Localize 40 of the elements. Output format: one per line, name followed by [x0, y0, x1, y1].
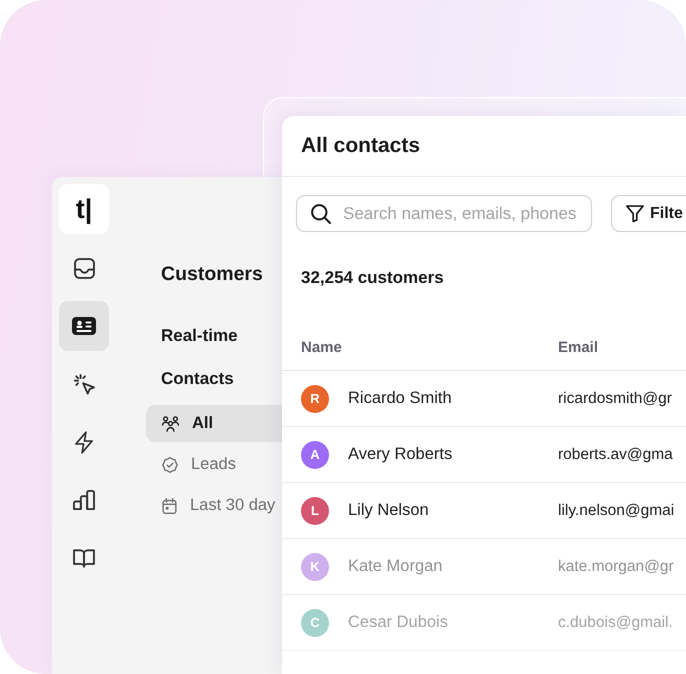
search-field[interactable]: Search names, emails, phones [296, 195, 592, 232]
check-badge-icon [162, 456, 178, 472]
filter-icon [626, 204, 644, 222]
bar-chart-icon [73, 490, 95, 510]
contact-email: c.dubois@gmail. [558, 612, 673, 633]
app-logo: t| [59, 184, 109, 234]
contact-name: Avery Roberts [348, 444, 452, 466]
nav-link[interactable]: Real-time [146, 326, 238, 346]
customer-count: 32,254 customers [301, 268, 444, 288]
column-header: Name [301, 338, 342, 358]
contact-card-icon [72, 317, 96, 335]
nav-item[interactable]: Last 30 day [146, 487, 282, 524]
open-book-icon [73, 548, 95, 568]
column-header: Email [558, 338, 598, 358]
calendar-icon [162, 498, 177, 514]
contact-email: kate.morgan@gr [558, 556, 674, 577]
search-icon [311, 204, 331, 224]
avatar: C [301, 608, 329, 636]
contact-name: Ricardo Smith [348, 388, 452, 410]
avatar: L [301, 496, 329, 524]
contact-email: roberts.av@gma [558, 444, 673, 465]
contact-email: ricardosmith@gr [558, 388, 672, 409]
people-icon [162, 416, 179, 432]
avatar: K [301, 552, 329, 580]
lightning-bolt-icon [75, 430, 93, 454]
contact-name: Lily Nelson [348, 500, 429, 522]
inbox-tray-icon [74, 258, 94, 278]
cursor-click-icon [74, 374, 94, 394]
filter-button[interactable]: Filte [611, 195, 686, 232]
contact-name: Kate Morgan [348, 556, 442, 578]
nav-item[interactable]: Leads [146, 446, 282, 483]
nav-item[interactable]: All [146, 405, 282, 442]
avatar: A [301, 440, 329, 468]
contact-email: lily.nelson@gmai [558, 500, 674, 521]
avatar: R [301, 384, 329, 412]
section-title: Customers [160, 263, 263, 285]
contacts-button[interactable] [59, 301, 109, 351]
nav-group-heading: Contacts [160, 369, 234, 389]
contact-name: Cesar Dubois [348, 612, 448, 634]
panel-title: All contacts [301, 134, 420, 158]
